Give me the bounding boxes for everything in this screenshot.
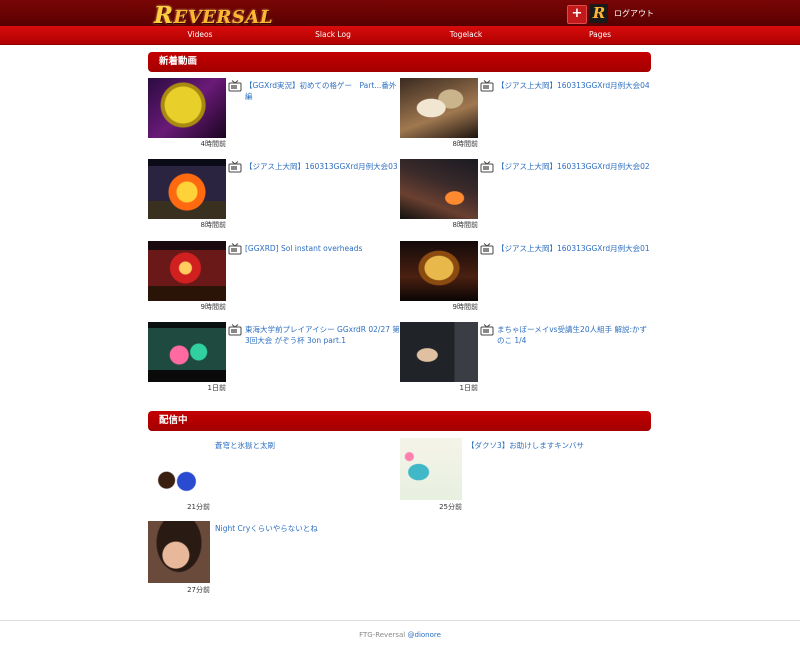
video-title-link[interactable]: 東海大学前プレイアイシー GGxrdR 02/27 第3回大会 がぞう杯 3on… <box>245 324 400 346</box>
video-thumbnail[interactable] <box>400 159 478 219</box>
tv-icon <box>228 161 242 173</box>
video-title-link[interactable]: 【ジアス上大岡】160313GGXrd月例大会02 <box>497 161 652 172</box>
live-stream-card[interactable]: 21分前 蒼穹と氷獄と太刷 <box>148 438 398 518</box>
footer: FTG-Reversal @dionore <box>0 620 800 647</box>
tv-icon <box>228 80 242 92</box>
video-time: 8時間前 <box>452 140 478 148</box>
video-card[interactable]: 8時間前 【ジアス上大岡】160313GGXrd月例大会03 <box>148 159 398 231</box>
stream-time: 25分前 <box>439 503 462 511</box>
video-time: 9時間前 <box>200 303 226 311</box>
tv-icon <box>480 243 494 255</box>
tv-icon <box>228 243 242 255</box>
stream-time: 21分前 <box>187 503 210 511</box>
video-title-link[interactable]: 【ジアス上大岡】160313GGXrd月例大会01 <box>497 243 652 254</box>
video-time: 9時間前 <box>452 303 478 311</box>
video-card[interactable]: 9時間前 【ジアス上大岡】160313GGXrd月例大会01 <box>400 241 650 313</box>
logout-link[interactable]: ログアウト <box>614 8 654 19</box>
stream-thumbnail[interactable] <box>148 438 210 500</box>
logo-initial: R <box>154 2 174 29</box>
stream-title-link[interactable]: 蒼穹と氷獄と太刷 <box>215 440 395 451</box>
live-stream-card[interactable]: 25分前 【ダクソ3】お助けしますキンバサ <box>400 438 650 518</box>
video-title-link[interactable]: 【ジアス上大岡】160313GGXrd月例大会03 <box>245 161 400 172</box>
site-logo[interactable]: REVERSAL <box>154 2 273 29</box>
stream-time: 27分前 <box>187 586 210 594</box>
video-thumbnail[interactable] <box>148 241 226 301</box>
stream-title-link[interactable]: Night Cryくらいやらないとね <box>215 523 395 534</box>
video-thumbnail[interactable] <box>400 78 478 138</box>
video-title-link[interactable]: まちゃぼーメイvs受講生20人組手 解説:かずのこ 1/4 <box>497 324 652 346</box>
video-thumbnail[interactable] <box>148 159 226 219</box>
nav-slack-log[interactable]: Slack Log <box>315 30 351 39</box>
video-title-link[interactable]: [GGXRD] Sol instant overheads <box>245 243 400 254</box>
avatar[interactable]: R <box>590 4 608 23</box>
nav-videos[interactable]: Videos <box>188 30 213 39</box>
video-title-link[interactable]: 【GGXrd実況】初めての格ゲー Part...番外編 <box>245 80 400 102</box>
main-nav: Videos Slack Log Togelack Pages <box>0 26 800 45</box>
new-videos-heading: 新着動画 <box>148 52 651 72</box>
video-time: 4時間前 <box>200 140 226 148</box>
add-button[interactable]: + <box>567 5 587 24</box>
video-thumbnail[interactable] <box>400 241 478 301</box>
live-stream-card[interactable]: 27分前 Night Cryくらいやらないとね <box>148 521 398 601</box>
video-time: 8時間前 <box>200 221 226 229</box>
video-card[interactable]: 4時間前 【GGXrd実況】初めての格ゲー Part...番外編 <box>148 78 398 150</box>
author-link[interactable]: @dionore <box>408 631 441 639</box>
live-heading: 配信中 <box>148 411 651 431</box>
video-thumbnail[interactable] <box>148 78 226 138</box>
tv-icon <box>228 324 242 336</box>
tv-icon <box>480 161 494 173</box>
video-card[interactable]: 8時間前 【ジアス上大岡】160313GGXrd月例大会04 <box>400 78 650 150</box>
video-time: 1日前 <box>459 384 478 392</box>
footer-text: FTG-Reversal <box>359 631 406 639</box>
video-card[interactable]: 8時間前 【ジアス上大岡】160313GGXrd月例大会02 <box>400 159 650 231</box>
nav-pages[interactable]: Pages <box>589 30 611 39</box>
nav-togelack[interactable]: Togelack <box>450 30 482 39</box>
video-card[interactable]: 1日前 東海大学前プレイアイシー GGxrdR 02/27 第3回大会 がぞう杯… <box>148 322 400 394</box>
tv-icon <box>480 80 494 92</box>
stream-title-link[interactable]: 【ダクソ3】お助けしますキンバサ <box>467 440 647 451</box>
stream-thumbnail[interactable] <box>400 438 462 500</box>
logo-rest: EVERSAL <box>173 7 274 28</box>
stream-thumbnail[interactable] <box>148 521 210 583</box>
video-thumbnail[interactable] <box>400 322 478 382</box>
video-thumbnail[interactable] <box>148 322 226 382</box>
video-time: 1日前 <box>207 384 226 392</box>
top-bar: REVERSAL + R ログアウト <box>0 0 800 29</box>
video-time: 8時間前 <box>452 221 478 229</box>
video-card[interactable]: 9時間前 [GGXRD] Sol instant overheads <box>148 241 398 313</box>
video-card[interactable]: 1日前 まちゃぼーメイvs受講生20人組手 解説:かずのこ 1/4 <box>400 322 650 394</box>
tv-icon <box>480 324 494 336</box>
video-title-link[interactable]: 【ジアス上大岡】160313GGXrd月例大会04 <box>497 80 652 91</box>
